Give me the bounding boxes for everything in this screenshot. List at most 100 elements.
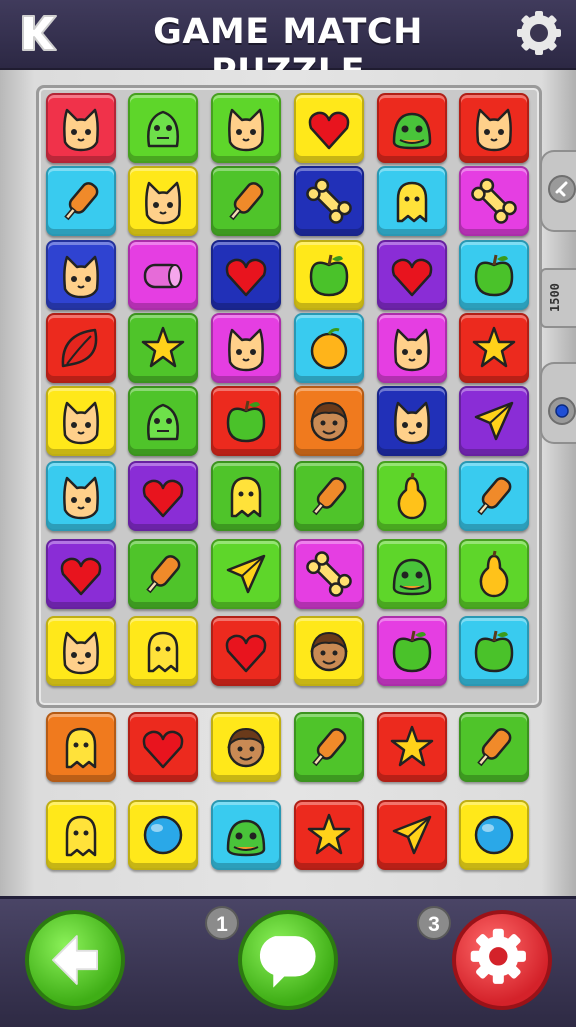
star-icon (472, 326, 516, 368)
board-tile[interactable] (46, 240, 116, 310)
board-tile[interactable] (128, 616, 198, 686)
back-k-button[interactable] (14, 10, 60, 56)
board-tile[interactable] (128, 386, 198, 456)
board-tile[interactable] (459, 461, 529, 531)
board-tile[interactable] (211, 461, 281, 531)
board-tile[interactable] (459, 313, 529, 383)
settings-count-badge: 3 (417, 906, 451, 940)
board-tile[interactable] (377, 386, 447, 456)
board-tile[interactable] (46, 93, 116, 163)
board-tile[interactable] (377, 616, 447, 686)
tray-tile[interactable] (294, 712, 364, 782)
bone-icon (306, 178, 352, 224)
ghost-icon (147, 631, 179, 673)
board-tile[interactable] (128, 240, 198, 310)
star-icon (390, 725, 434, 767)
heart-icon (142, 730, 184, 769)
gear-icon (470, 928, 526, 984)
board-tile[interactable] (128, 539, 198, 609)
board-tile[interactable] (46, 616, 116, 686)
board-tile[interactable] (294, 539, 364, 609)
face-icon (227, 727, 265, 768)
board-tile[interactable] (377, 461, 447, 531)
tray-tile[interactable] (377, 712, 447, 782)
k-back-icon (22, 15, 57, 51)
board-tile[interactable] (377, 93, 447, 163)
board-tile[interactable] (128, 461, 198, 531)
pear-icon (479, 550, 509, 598)
monster-icon (147, 110, 179, 148)
settings-button[interactable] (452, 910, 552, 1010)
board-tile[interactable] (377, 313, 447, 383)
ghost-icon (396, 181, 428, 223)
ghost-icon (230, 476, 262, 518)
tray-tile[interactable] (128, 712, 198, 782)
tray-tile[interactable] (459, 712, 529, 782)
cat-icon (63, 108, 99, 152)
board-tile[interactable] (459, 616, 529, 686)
board-tile[interactable] (211, 539, 281, 609)
board-tile[interactable] (294, 166, 364, 236)
board-tile[interactable] (211, 386, 281, 456)
board-tile[interactable] (294, 240, 364, 310)
star-icon (307, 813, 351, 855)
tray-tile[interactable] (46, 800, 116, 870)
board-tile[interactable] (294, 93, 364, 163)
back-button[interactable] (25, 910, 125, 1010)
cat-icon (394, 328, 430, 372)
board-tile[interactable] (459, 93, 529, 163)
board-tile[interactable] (46, 461, 116, 531)
hint-button[interactable] (238, 910, 338, 1010)
cat-icon (145, 181, 181, 225)
tray-tile[interactable] (211, 800, 281, 870)
cat-icon (476, 108, 512, 152)
board-tile[interactable] (211, 616, 281, 686)
board-tile[interactable] (459, 539, 529, 609)
board-tile[interactable] (46, 313, 116, 383)
board-tile[interactable] (294, 616, 364, 686)
bone-icon (471, 178, 517, 224)
board-tile[interactable] (128, 166, 198, 236)
board-tile[interactable] (46, 539, 116, 609)
face-icon (310, 401, 348, 442)
apple-icon (226, 400, 266, 443)
tray-tile[interactable] (294, 800, 364, 870)
board-tile[interactable] (459, 166, 529, 236)
face-icon (310, 631, 348, 672)
board-tile[interactable] (46, 386, 116, 456)
board-tile[interactable] (294, 313, 364, 383)
board-tile[interactable] (211, 93, 281, 163)
monster-icon (147, 403, 179, 441)
board-tile[interactable] (377, 539, 447, 609)
blob-icon (226, 819, 266, 857)
side-dot-control[interactable] (540, 362, 576, 444)
tray-tile[interactable] (128, 800, 198, 870)
header-settings-button[interactable] (516, 10, 562, 56)
tray-tile[interactable] (377, 800, 447, 870)
leaf-icon (61, 328, 98, 368)
side-arrow-control[interactable] (540, 150, 576, 232)
board-tile[interactable] (377, 166, 447, 236)
board-tile[interactable] (211, 166, 281, 236)
board-tile[interactable] (46, 166, 116, 236)
plane-icon (474, 401, 514, 441)
cat-icon (63, 476, 99, 520)
apple-icon (474, 630, 514, 673)
popsicle-icon (312, 477, 347, 516)
popsicle-icon (146, 555, 181, 594)
tray-tile[interactable] (211, 712, 281, 782)
popsicle-icon (312, 728, 347, 767)
board-tile[interactable] (459, 240, 529, 310)
board-tile[interactable] (211, 240, 281, 310)
arrow-left-icon (52, 935, 98, 985)
board-tile[interactable] (377, 240, 447, 310)
board-tile[interactable] (459, 386, 529, 456)
board-tile[interactable] (128, 313, 198, 383)
board-tile[interactable] (294, 386, 364, 456)
apple-icon (474, 254, 514, 297)
tray-tile[interactable] (46, 712, 116, 782)
board-tile[interactable] (294, 461, 364, 531)
tray-tile[interactable] (459, 800, 529, 870)
board-tile[interactable] (128, 93, 198, 163)
board-tile[interactable] (211, 313, 281, 383)
